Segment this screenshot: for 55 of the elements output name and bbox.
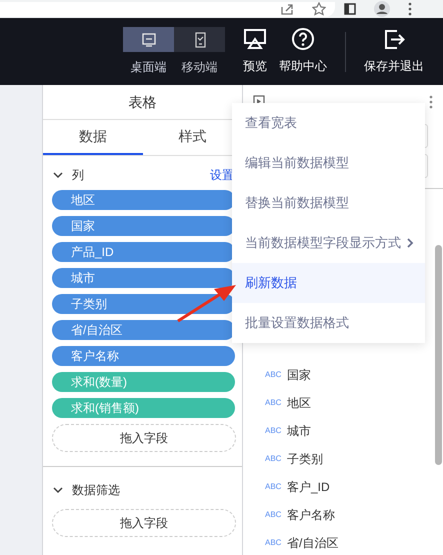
field-type-label: ABC — [265, 509, 282, 521]
section-title: 数据筛选 — [72, 482, 120, 499]
field-chip[interactable]: 国家 — [52, 216, 235, 236]
field-chip[interactable]: 子类别 — [52, 294, 235, 314]
field-name[interactable]: 国家 — [287, 366, 311, 384]
monitor-icon — [140, 32, 156, 48]
menu-item[interactable]: 查看宽表 — [232, 103, 425, 143]
field-type-label: ABC — [265, 369, 282, 381]
mobile-mode-label: 移动端 — [182, 59, 218, 76]
mobile-mode-button[interactable] — [174, 27, 225, 52]
field-name[interactable]: 客户名称 — [287, 506, 335, 524]
exit-button[interactable]: 保存并退出 — [358, 28, 430, 75]
menu-item[interactable]: 当前数据模型字段显示方式 — [232, 223, 425, 263]
field-chip[interactable]: 客户名称 — [52, 346, 235, 366]
menu-item[interactable]: 替换当前数据模型 — [232, 183, 425, 223]
drop-zone[interactable]: 拖入字段 — [52, 424, 236, 452]
section-title: 列 — [72, 167, 84, 184]
scrollbar[interactable] — [435, 245, 442, 465]
more-icon[interactable] — [429, 94, 433, 108]
field-type-label: ABC — [265, 537, 282, 549]
chevron-right-icon — [407, 238, 414, 248]
menu-item[interactable]: 批量设置数据格式 — [232, 303, 425, 343]
screen-icon — [243, 28, 267, 50]
field-name[interactable]: 城市 — [287, 422, 311, 440]
share-icon[interactable] — [280, 2, 294, 16]
field-type-label: ABC — [265, 397, 282, 409]
drop-zone[interactable]: 拖入字段 — [52, 509, 236, 537]
panel-tab[interactable]: 数据 — [43, 120, 142, 155]
help-button[interactable]: 帮助中心 — [273, 28, 333, 75]
desktop-mode-button[interactable] — [123, 27, 174, 52]
exit-icon — [382, 28, 406, 50]
field-chip[interactable]: 省/自治区 — [52, 320, 235, 340]
more-icon[interactable] — [408, 2, 412, 16]
menu-item[interactable]: 刷新数据 — [232, 263, 425, 303]
field-name[interactable]: 客户_ID — [287, 478, 330, 496]
field-name[interactable]: 省/自治区 — [287, 534, 338, 552]
field-type-label: ABC — [265, 453, 282, 465]
field-chip[interactable]: 地区 — [52, 190, 235, 210]
menu-item[interactable]: 编辑当前数据模型 — [232, 143, 425, 183]
chevron-icon[interactable] — [53, 172, 63, 178]
avatar-icon[interactable] — [374, 1, 390, 17]
desktop-mode-label: 桌面端 — [130, 59, 166, 76]
field-chip[interactable]: 产品_ID — [52, 242, 235, 262]
sidebar-icon[interactable] — [344, 3, 356, 15]
chevron-icon[interactable] — [53, 486, 63, 494]
arrow — [176, 283, 238, 323]
field-name[interactable]: 地区 — [287, 394, 311, 412]
field-chip[interactable]: 城市 — [52, 268, 235, 288]
field-type-label: ABC — [265, 481, 282, 493]
field-type-label: ABC — [265, 425, 282, 437]
field-name[interactable]: 子类别 — [287, 450, 323, 468]
preview-button[interactable]: 预览 — [237, 28, 273, 75]
help-icon — [291, 28, 315, 50]
star-icon[interactable] — [312, 2, 326, 16]
panel-title: 表格 — [128, 92, 156, 112]
